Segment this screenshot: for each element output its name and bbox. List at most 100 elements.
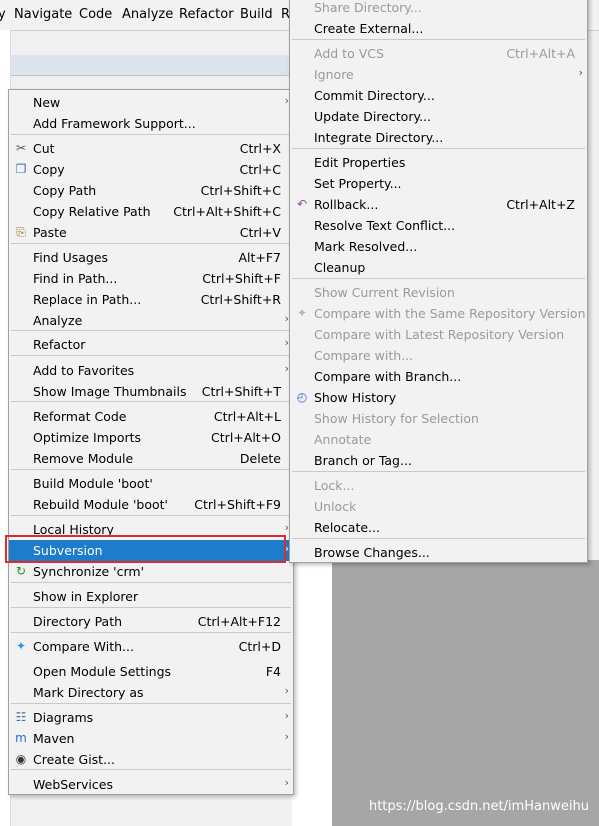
menu-analyze[interactable]: Analyze <box>122 7 173 22</box>
ctx-item-label: Show in Explorer <box>33 589 139 604</box>
editor-empty-area: https://blog.csdn.net/imHanweihu <box>332 560 599 826</box>
svn-item-label: Compare with... <box>314 348 414 363</box>
svn-item-set-property[interactable]: Set Property... <box>290 173 587 194</box>
menu-separator <box>11 632 291 633</box>
svn-item-cleanup[interactable]: Cleanup <box>290 257 587 278</box>
ctx-item-directory-path[interactable]: Directory Path Ctrl+Alt+F12 <box>9 611 293 632</box>
ctx-item-add-to-favorites[interactable]: Add to Favorites › <box>9 360 293 381</box>
ctx-item-compare-with[interactable]: ✦ Compare With... Ctrl+D <box>9 636 293 657</box>
menu-separator <box>11 703 291 704</box>
svn-item-label: Set Property... <box>314 176 402 191</box>
menu-code[interactable]: Code <box>79 7 112 22</box>
maven-icon: m <box>15 731 27 745</box>
ctx-item-new[interactable]: New › <box>9 92 293 113</box>
ctx-item-shortcut: F4 <box>265 664 281 679</box>
ctx-item-copy-relative-path[interactable]: Copy Relative Path Ctrl+Alt+Shift+C <box>9 201 293 222</box>
svn-item-label: Show History <box>314 390 397 405</box>
svn-item-rollback[interactable]: ↶ Rollback... Ctrl+Alt+Z <box>290 194 587 215</box>
copy-icon: ❐ <box>15 162 27 176</box>
svn-item-label: Compare with Latest Repository Version <box>314 327 565 342</box>
svn-item-label: Integrate Directory... <box>314 130 444 145</box>
ctx-item-label: Open Module Settings <box>33 664 172 679</box>
svn-item-integrate-directory[interactable]: Integrate Directory... <box>290 127 587 148</box>
ctx-item-label: Copy <box>33 162 65 177</box>
menu-separator <box>11 355 291 356</box>
ctx-item-build-module-boot[interactable]: Build Module 'boot' <box>9 473 293 494</box>
ctx-item-shortcut: Ctrl+Alt+F12 <box>197 614 281 629</box>
svn-item-lock: Lock... <box>290 475 587 496</box>
svn-item-resolve-text-conflict[interactable]: Resolve Text Conflict... <box>290 215 587 236</box>
ctx-item-analyze[interactable]: Analyze › <box>9 310 293 331</box>
svn-item-compare-with: Compare with... <box>290 345 587 366</box>
svn-item-label: Share Directory... <box>314 0 422 15</box>
menu-build[interactable]: Build <box>240 7 273 22</box>
ctx-item-label: Maven <box>33 731 75 746</box>
svn-item-browse-changes[interactable]: Browse Changes... <box>290 542 587 563</box>
ctx-item-label: Optimize Imports <box>33 430 142 445</box>
ctx-item-synchronize-crm[interactable]: ↻ Synchronize 'crm' <box>9 561 293 582</box>
rollback-icon: ↶ <box>296 197 308 211</box>
ctx-item-label: Replace in Path... <box>33 292 142 307</box>
ctx-item-copy-path[interactable]: Copy Path Ctrl+Shift+C <box>9 180 293 201</box>
svn-item-mark-resolved[interactable]: Mark Resolved... <box>290 236 587 257</box>
menu-navigate[interactable]: Navigate <box>14 7 72 22</box>
ctx-item-shortcut: Ctrl+Shift+C <box>200 183 281 198</box>
ctx-item-refactor[interactable]: Refactor › <box>9 334 293 355</box>
ctx-item-add-framework-support[interactable]: Add Framework Support... <box>9 113 293 134</box>
ctx-item-label: Reformat Code <box>33 409 127 424</box>
svn-item-show-history[interactable]: ◴ Show History <box>290 387 587 408</box>
ctx-item-diagrams[interactable]: ☷ Diagrams › <box>9 707 293 728</box>
svn-item-label: Branch or Tag... <box>314 453 412 468</box>
ctx-item-label: Add to Favorites <box>33 363 135 378</box>
chevron-right-icon: › <box>284 776 289 789</box>
ctx-item-open-module-settings[interactable]: Open Module Settings F4 <box>9 661 293 682</box>
ctx-item-replace-in-path[interactable]: Replace in Path... Ctrl+Shift+R <box>9 289 293 310</box>
ctx-item-show-in-explorer[interactable]: Show in Explorer <box>9 586 293 607</box>
ctx-item-webservices[interactable]: WebServices › <box>9 774 293 795</box>
ctx-item-remove-module[interactable]: Remove Module Delete <box>9 448 293 469</box>
ctx-item-label: Find Usages <box>33 250 109 265</box>
chevron-right-icon: › <box>284 684 289 697</box>
svn-item-update-directory[interactable]: Update Directory... <box>290 106 587 127</box>
ctx-item-optimize-imports[interactable]: Optimize Imports Ctrl+Alt+O <box>9 427 293 448</box>
svn-item-create-external[interactable]: Create External... <box>290 18 587 39</box>
ctx-item-create-gist[interactable]: ◉ Create Gist... <box>9 749 293 770</box>
ctx-item-reformat-code[interactable]: Reformat Code Ctrl+Alt+L <box>9 406 293 427</box>
ctx-item-maven[interactable]: m Maven › <box>9 728 293 749</box>
ctx-item-find-in-path[interactable]: Find in Path... Ctrl+Shift+F <box>9 268 293 289</box>
menu-separator <box>11 401 291 402</box>
svn-item-show-current-revision: Show Current Revision <box>290 282 587 303</box>
ctx-item-shortcut: Alt+F7 <box>238 250 281 265</box>
highlight-box <box>5 535 286 563</box>
ctx-item-label: New <box>33 95 61 110</box>
ctx-item-label: Rebuild Module 'boot' <box>33 497 168 512</box>
menu-separator <box>11 330 291 331</box>
menu-refactor[interactable]: Refactor <box>179 7 234 22</box>
editor-area <box>292 560 332 826</box>
ctx-item-paste[interactable]: ⎘ Paste Ctrl+V <box>9 222 293 243</box>
svn-item-label: Annotate <box>314 432 372 447</box>
svn-item-relocate[interactable]: Relocate... <box>290 517 587 538</box>
ctx-item-label: Create Gist... <box>33 752 116 767</box>
ctx-item-mark-directory-as[interactable]: Mark Directory as › <box>9 682 293 703</box>
svn-item-compare-with-branch[interactable]: Compare with Branch... <box>290 366 587 387</box>
ctx-item-find-usages[interactable]: Find Usages Alt+F7 <box>9 247 293 268</box>
compare-icon: ✦ <box>15 639 27 653</box>
ctx-item-copy[interactable]: ❐ Copy Ctrl+C <box>9 159 293 180</box>
ctx-item-cut[interactable]: ✂ Cut Ctrl+X <box>9 138 293 159</box>
ctx-item-label: Cut <box>33 141 55 156</box>
menu-separator <box>292 148 585 149</box>
svn-item-compare-with-latest-repository-version: Compare with Latest Repository Version <box>290 324 587 345</box>
ctx-item-label: Refactor <box>33 337 86 352</box>
svn-item-label: Add to VCS <box>314 46 384 61</box>
svn-item-ignore: Ignore › <box>290 64 587 85</box>
ctx-item-show-image-thumbnails[interactable]: Show Image Thumbnails Ctrl+Shift+T <box>9 381 293 402</box>
svn-item-branch-or-tag[interactable]: Branch or Tag... <box>290 450 587 471</box>
svn-item-edit-properties[interactable]: Edit Properties <box>290 152 587 173</box>
chevron-right-icon: › <box>284 709 289 722</box>
menu-separator <box>11 582 291 583</box>
ctx-item-rebuild-module-boot[interactable]: Rebuild Module 'boot' Ctrl+Shift+F9 <box>9 494 293 515</box>
svn-item-label: Commit Directory... <box>314 88 435 103</box>
project-context-menu: New › Add Framework Support... ✂ Cut Ctrl+X ❐ C… <box>8 89 294 795</box>
svn-item-commit-directory[interactable]: Commit Directory... <box>290 85 587 106</box>
